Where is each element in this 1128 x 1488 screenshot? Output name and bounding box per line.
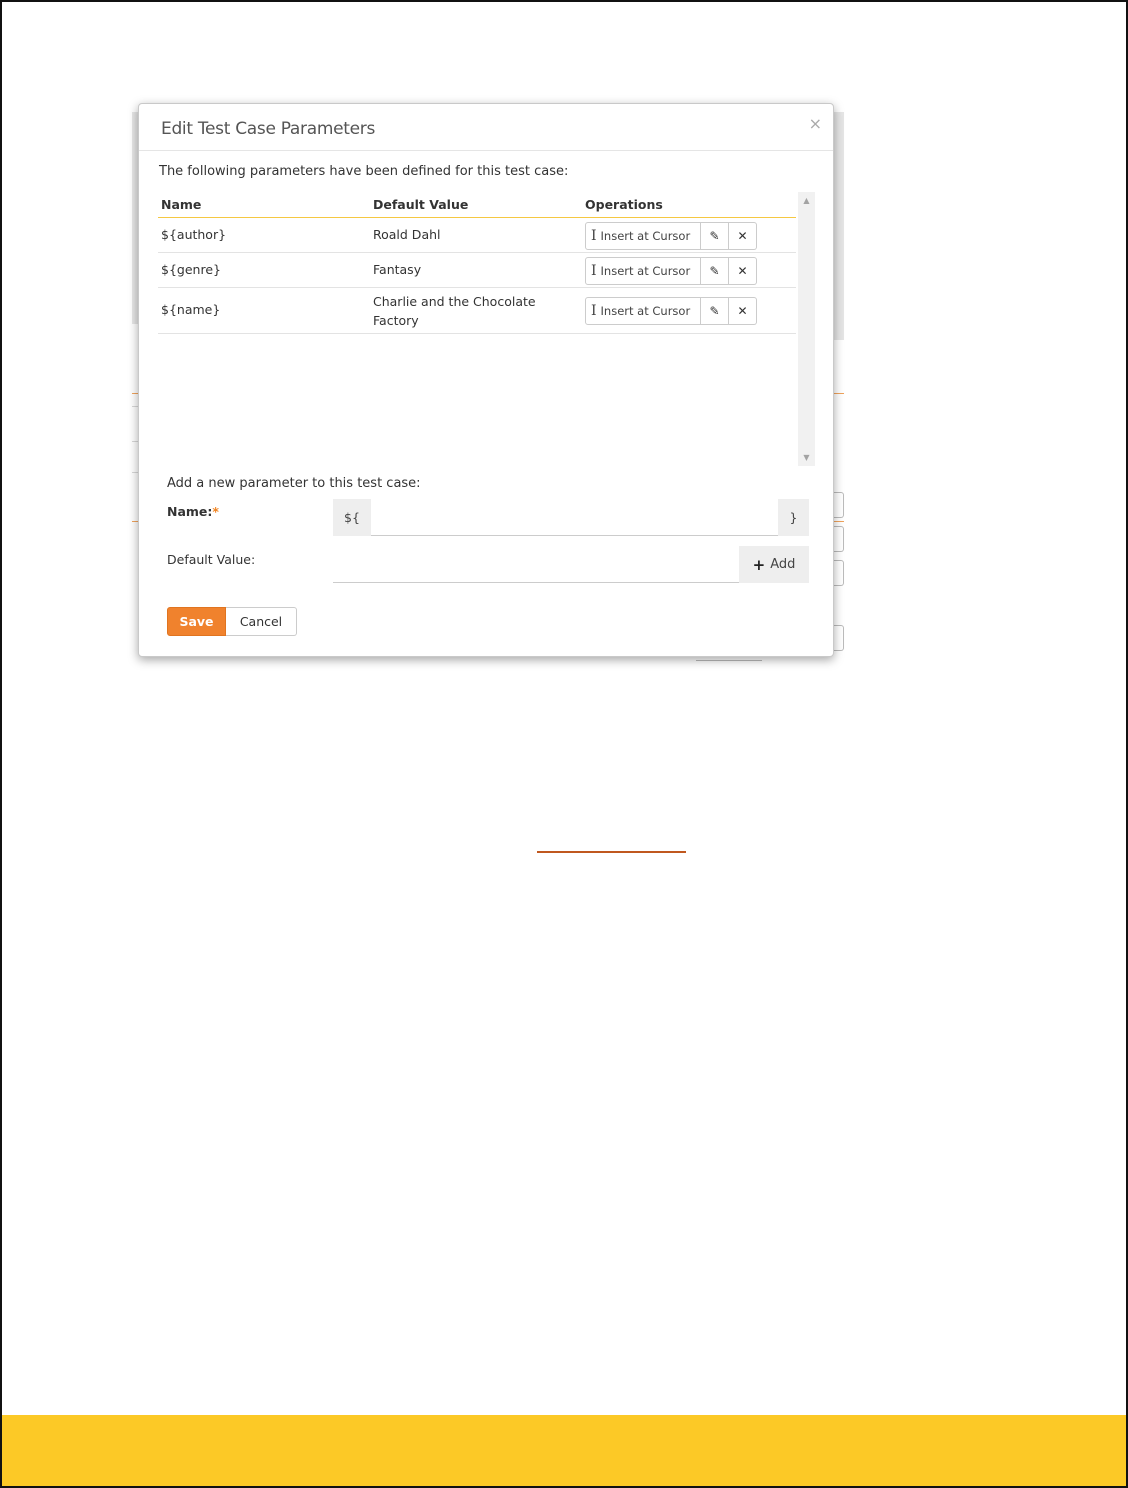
name-suffix-addon: } (778, 499, 809, 536)
name-prefix-addon: ${ (333, 499, 371, 536)
edit-parameters-dialog: Edit Test Case Parameters × The followin… (138, 103, 834, 657)
column-header-name: Name (161, 197, 202, 212)
cancel-button[interactable]: Cancel (226, 607, 297, 636)
background-field (834, 526, 844, 552)
background-field (834, 492, 844, 518)
row-operations: I Insert at Cursor ✎ ✕ (585, 222, 757, 250)
add-parameter-button[interactable]: + Add (739, 546, 809, 583)
background-divider (696, 660, 762, 661)
name-label-text: Name: (167, 504, 213, 519)
edit-icon: ✎ (709, 304, 720, 318)
plus-icon: + (752, 555, 766, 574)
insert-at-cursor-label: Insert at Cursor (600, 229, 691, 243)
insert-at-cursor-label: Insert at Cursor (600, 264, 691, 278)
scroll-up-icon[interactable]: ▲ (798, 192, 815, 209)
scroll-down-icon[interactable]: ▼ (798, 449, 815, 466)
row-operations: I Insert at Cursor ✎ ✕ (585, 297, 757, 325)
delete-x-icon: ✕ (737, 304, 748, 318)
dialog-header: Edit Test Case Parameters × (139, 104, 833, 151)
delete-button[interactable]: ✕ (729, 257, 757, 285)
parameter-name: ${author} (161, 227, 227, 242)
parameter-default-value: Charlie and the Chocolate Factory (373, 294, 536, 328)
close-icon[interactable]: × (809, 114, 822, 133)
decorative-rule (537, 851, 686, 853)
delete-x-icon: ✕ (737, 264, 748, 278)
edit-button[interactable]: ✎ (701, 297, 729, 325)
background-field (834, 625, 844, 651)
edit-button[interactable]: ✎ (701, 257, 729, 285)
add-parameter-heading: Add a new parameter to this test case: (167, 476, 421, 491)
text-cursor-icon: I (591, 263, 597, 279)
parameters-intro-text: The following parameters have been defin… (159, 164, 569, 179)
default-value-input[interactable] (333, 546, 739, 583)
default-value-label: Default Value: (167, 552, 256, 567)
parameters-grid: Name Default Value Operations ${author} … (158, 192, 816, 466)
required-indicator: * (212, 504, 219, 519)
footer-band (2, 1415, 1126, 1486)
save-button[interactable]: Save (167, 607, 226, 636)
insert-at-cursor-button[interactable]: I Insert at Cursor (585, 222, 701, 250)
edit-icon: ✎ (709, 229, 720, 243)
default-value-group: + Add (333, 546, 809, 583)
text-cursor-icon: I (591, 228, 597, 244)
parameter-name-input[interactable] (371, 499, 778, 536)
table-row: ${name} Charlie and the Chocolate Factor… (158, 288, 796, 334)
delete-x-icon: ✕ (737, 229, 748, 243)
row-operations: I Insert at Cursor ✎ ✕ (585, 257, 757, 285)
edit-icon: ✎ (709, 264, 720, 278)
dialog-title: Edit Test Case Parameters (161, 119, 376, 139)
insert-at-cursor-label: Insert at Cursor (600, 304, 691, 318)
table-row: ${author} Roald Dahl I Insert at Cursor … (158, 218, 796, 253)
delete-button[interactable]: ✕ (729, 222, 757, 250)
insert-at-cursor-button[interactable]: I Insert at Cursor (585, 297, 701, 325)
delete-button[interactable]: ✕ (729, 297, 757, 325)
text-cursor-icon: I (591, 303, 597, 319)
parameters-table: Name Default Value Operations ${author} … (158, 192, 796, 334)
grid-scrollbar[interactable]: ▲ ▼ (798, 192, 815, 466)
parameter-name-group: ${ } (333, 499, 809, 536)
parameter-default-value: Roald Dahl (373, 227, 441, 242)
table-row: ${genre} Fantasy I Insert at Cursor ✎ ✕ (158, 253, 796, 288)
table-header: Name Default Value Operations (158, 192, 796, 218)
edit-button[interactable]: ✎ (701, 222, 729, 250)
column-header-operations: Operations (585, 197, 663, 212)
name-field-label: Name:* (167, 504, 219, 519)
insert-at-cursor-button[interactable]: I Insert at Cursor (585, 257, 701, 285)
parameter-name: ${genre} (161, 262, 221, 277)
add-button-label: Add (770, 557, 796, 572)
parameter-default-value: Fantasy (373, 262, 422, 277)
parameter-name: ${name} (161, 302, 221, 317)
column-header-default-value: Default Value (373, 197, 469, 212)
background-field (834, 560, 844, 586)
